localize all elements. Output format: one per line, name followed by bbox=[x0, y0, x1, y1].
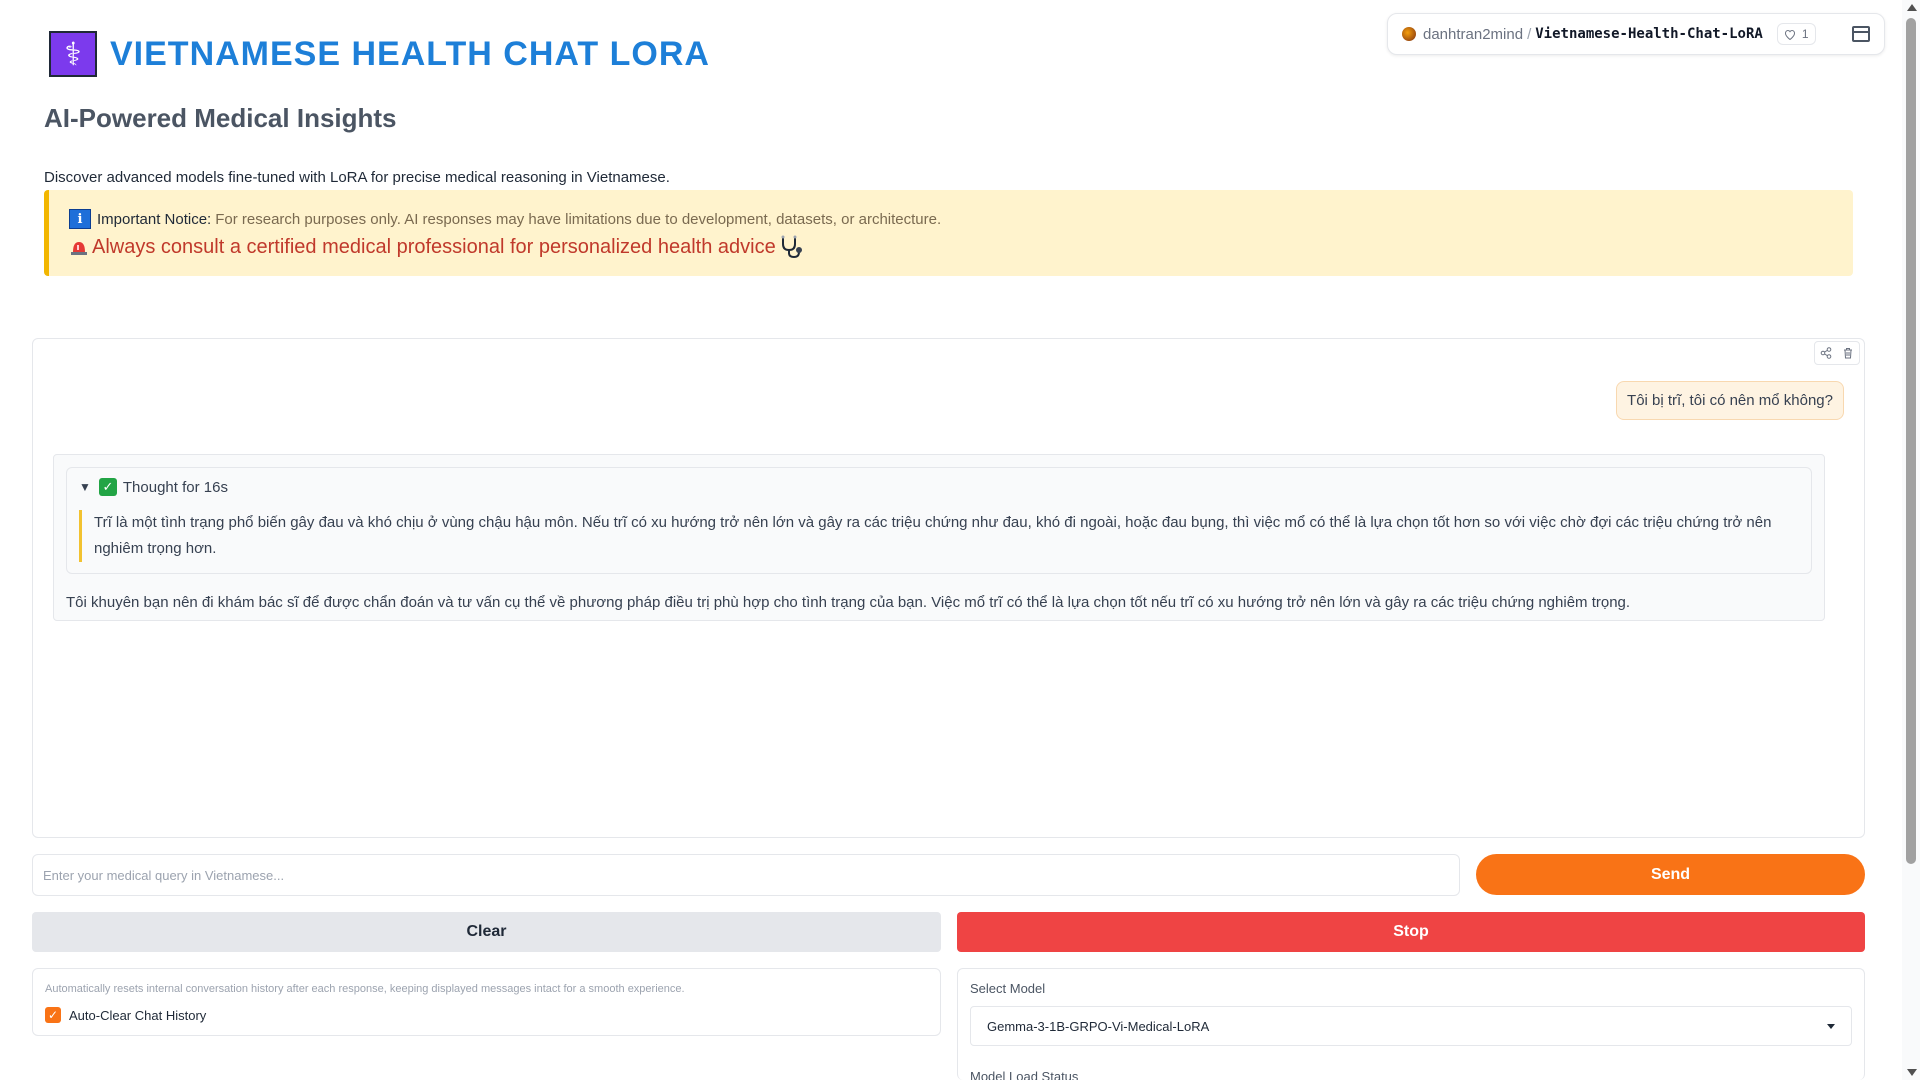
send-button[interactable]: Send bbox=[1476, 854, 1865, 895]
auto-clear-panel: Automatically resets internal conversati… bbox=[32, 968, 941, 1036]
auto-clear-info: Automatically resets internal conversati… bbox=[45, 983, 685, 995]
chevron-down-icon bbox=[1827, 1023, 1835, 1029]
auto-clear-label: Auto-Clear Chat History bbox=[69, 1007, 207, 1023]
bot-answer: Tôi khuyên bạn nên đi khám bác sĩ để đượ… bbox=[66, 594, 1631, 611]
like-button[interactable]: 1 bbox=[1776, 23, 1816, 45]
page-scrollbar[interactable] bbox=[1902, 0, 1920, 1080]
info-icon: i bbox=[69, 209, 91, 229]
clear-button[interactable]: Clear bbox=[32, 912, 941, 952]
owner-link[interactable]: danhtran2mind bbox=[1423, 26, 1523, 43]
heart-icon bbox=[1784, 29, 1795, 40]
query-input[interactable] bbox=[32, 854, 1460, 896]
thought-toggle[interactable]: ▼ ✓ Thought for 16s bbox=[79, 478, 228, 496]
thought-block: ▼ ✓ Thought for 16s Trĩ là một tình trạn… bbox=[66, 467, 1812, 574]
repo-link[interactable]: Vietnamese-Health-Chat-LoRA bbox=[1535, 26, 1763, 42]
check-icon: ✓ bbox=[98, 478, 117, 496]
expand-triangle-icon: ▼ bbox=[79, 480, 91, 494]
important-notice: i Important Notice: For research purpose… bbox=[44, 190, 1853, 276]
model-select-label: Select Model bbox=[970, 981, 1046, 996]
thought-title: Thought for 16s bbox=[122, 478, 228, 496]
notice-label: Important Notice: bbox=[97, 210, 212, 228]
auto-clear-checkbox-row[interactable]: ✓ Auto-Clear Chat History bbox=[45, 1007, 206, 1023]
bot-message: ▼ ✓ Thought for 16s Trĩ là một tình trạn… bbox=[53, 454, 1825, 621]
trash-icon[interactable] bbox=[1837, 342, 1859, 364]
chatbot-panel[interactable]: Tôi bị trĩ, tôi có nên mổ không? ▼ ✓ Tho… bbox=[32, 338, 1865, 838]
warning-text: Always consult a certified medical profe… bbox=[92, 235, 776, 258]
scroll-up-icon[interactable] bbox=[1907, 4, 1917, 11]
path-separator: / bbox=[1527, 25, 1532, 43]
scrollbar-thumb[interactable] bbox=[1906, 18, 1916, 864]
chat-toolbar bbox=[1814, 341, 1860, 365]
like-count: 1 bbox=[1801, 27, 1809, 41]
model-dropdown[interactable]: Gemma-3-1B-GRPO-Vi-Medical-LoRA bbox=[970, 1006, 1852, 1046]
collapse-header-icon[interactable] bbox=[1852, 26, 1870, 42]
space-header-badge: danhtran2mind / Vietnamese-Health-Chat-L… bbox=[1387, 13, 1885, 55]
auto-clear-checkbox[interactable]: ✓ bbox=[45, 1007, 61, 1023]
page-subtitle: AI-Powered Medical Insights bbox=[44, 103, 397, 133]
scroll-down-icon[interactable] bbox=[1907, 1069, 1917, 1076]
app-description: Discover advanced models fine-tuned with… bbox=[44, 169, 670, 186]
model-status-label: Model Load Status bbox=[970, 1069, 1079, 1080]
stop-button[interactable]: Stop bbox=[957, 912, 1865, 952]
owner-avatar[interactable] bbox=[1402, 27, 1416, 41]
siren-icon bbox=[71, 242, 87, 255]
model-selected-value: Gemma-3-1B-GRPO-Vi-Medical-LoRA bbox=[987, 1018, 1210, 1034]
warning-line: Always consult a certified medical profe… bbox=[69, 234, 804, 260]
user-message: Tôi bị trĩ, tôi có nên mổ không? bbox=[1616, 381, 1844, 420]
app-logo-icon: ⚕ bbox=[49, 31, 97, 77]
app-title: VIETNAMESE HEALTH CHAT LORA bbox=[110, 35, 710, 73]
share-icon[interactable] bbox=[1815, 342, 1837, 364]
notice-text: For research purposes only. AI responses… bbox=[215, 210, 942, 228]
stethoscope-icon bbox=[781, 235, 802, 259]
thought-body: Trĩ là một tình trạng phổ biến gây đau v… bbox=[79, 510, 1791, 562]
model-panel: Select Model Gemma-3-1B-GRPO-Vi-Medical-… bbox=[957, 968, 1865, 1080]
notice-line: i Important Notice: For research purpose… bbox=[69, 209, 941, 229]
